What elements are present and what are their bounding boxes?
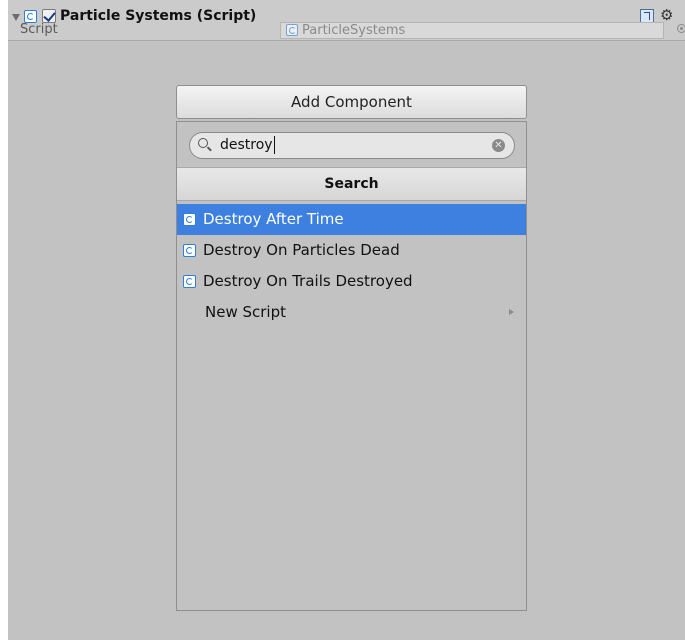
new-script-item[interactable]: New Script	[177, 297, 526, 328]
component-header[interactable]: Particle Systems (Script) ⚙ Script Parti…	[8, 0, 685, 41]
list-item[interactable]: Destroy On Particles Dead	[177, 235, 526, 266]
script-reference-field[interactable]: ParticleSystems	[280, 22, 664, 39]
list-item-label: Destroy On Trails Destroyed	[203, 272, 413, 290]
component-title: Particle Systems (Script)	[60, 8, 257, 24]
component-enabled-checkbox[interactable]	[42, 9, 56, 23]
script-field-label: Script	[20, 22, 58, 37]
foldout-arrow-icon[interactable]	[12, 14, 20, 21]
list-item[interactable]: Destroy After Time	[177, 204, 526, 235]
list-item-label: Destroy On Particles Dead	[203, 241, 400, 259]
script-file-icon	[286, 24, 298, 36]
search-results-list: Destroy After Time Destroy On Particles …	[177, 204, 526, 328]
search-results-header[interactable]: Search	[177, 167, 526, 201]
inspector-panel: Particle Systems (Script) ⚙ Script Parti…	[8, 0, 685, 640]
add-component-dropdown: destroy ✕ Search Destroy After Time Dest…	[176, 121, 527, 611]
search-icon	[198, 138, 208, 148]
script-icon	[183, 213, 196, 226]
script-icon	[183, 275, 196, 288]
script-icon	[183, 244, 196, 257]
list-item[interactable]: Destroy On Trails Destroyed	[177, 266, 526, 297]
list-item-label: Destroy After Time	[203, 210, 344, 228]
new-script-label: New Script	[205, 303, 286, 321]
help-icon[interactable]	[640, 9, 654, 23]
search-input[interactable]: destroy ✕	[189, 132, 515, 159]
add-component-button[interactable]: Add Component	[176, 85, 527, 119]
submenu-arrow-icon	[509, 309, 514, 315]
search-input-value[interactable]: destroy	[220, 136, 275, 154]
object-picker-icon[interactable]	[677, 24, 685, 33]
script-reference-value: ParticleSystems	[302, 23, 406, 38]
clear-search-icon[interactable]: ✕	[492, 139, 505, 152]
